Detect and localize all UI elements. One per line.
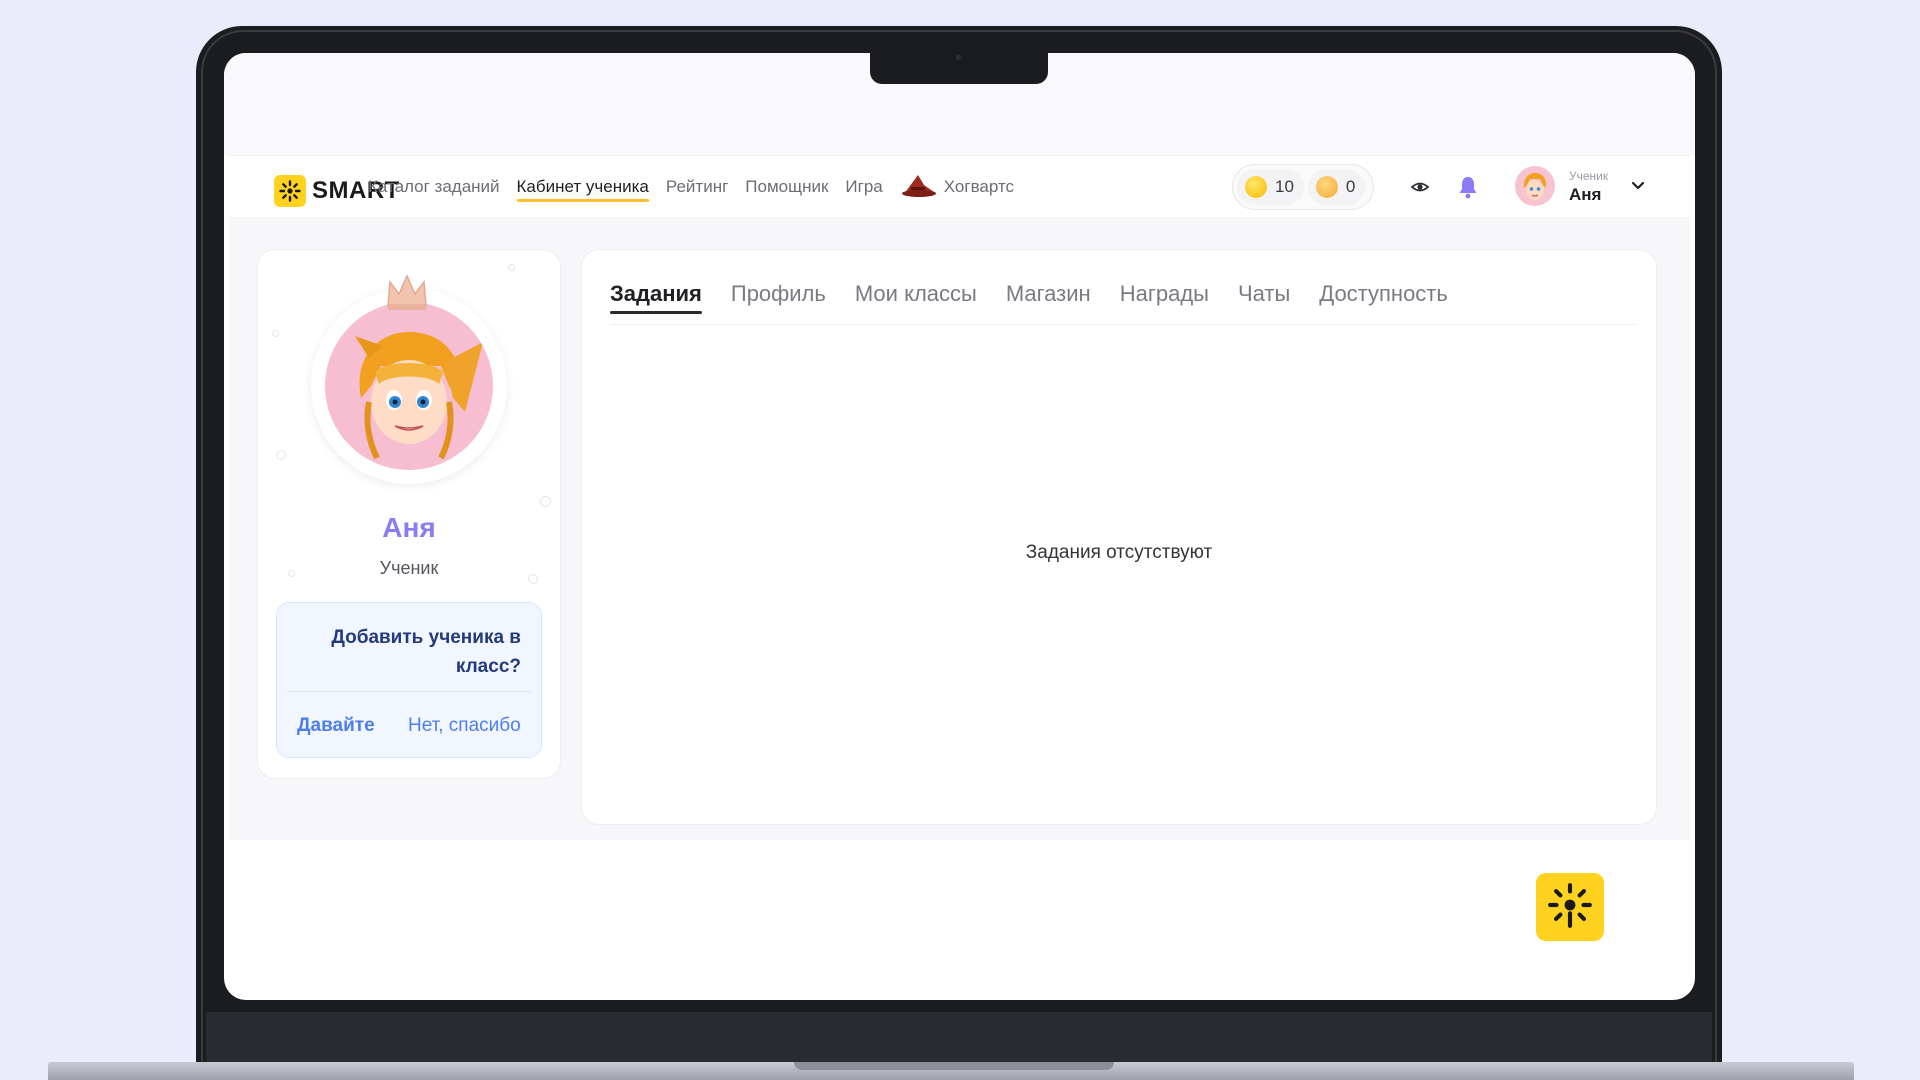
nav-catalog[interactable]: Каталог заданий (368, 156, 500, 218)
profile-avatar[interactable] (325, 302, 493, 470)
confetti-dot (540, 496, 551, 507)
sun-icon (274, 175, 306, 207)
confetti-dot (272, 330, 279, 337)
user-role: Ученик (1569, 168, 1609, 183)
laptop-base (48, 1062, 1854, 1080)
profile-avatar-frame (311, 288, 507, 484)
main-nav: Каталог заданий Кабинет ученика Рейтинг … (368, 156, 1031, 218)
tab-shop[interactable]: Магазин (1006, 264, 1091, 324)
profile-card: Аня Ученик Добавить ученика в класс? Дав… (257, 249, 561, 779)
empty-tasks-message: Задания отсутствуют (1025, 542, 1213, 563)
tab-chats[interactable]: Чаты (1238, 264, 1290, 324)
currency-balance: 10 0 (1232, 164, 1374, 210)
tab-tasks[interactable]: Задания (610, 264, 702, 324)
coin-icon (1245, 176, 1267, 198)
confetti-dot (276, 450, 286, 460)
tab-profile[interactable]: Профиль (731, 264, 826, 324)
screen-notch (870, 53, 1048, 84)
tab-my-classes[interactable]: Мои классы (855, 264, 977, 324)
wizard-hat-icon (900, 172, 938, 203)
nav-student-cabinet[interactable]: Кабинет ученика (516, 156, 650, 218)
laptop-hinge (206, 1012, 1712, 1062)
decline-invite-button[interactable]: Нет, спасибо (408, 715, 521, 737)
laptop-screen: SMART Каталог заданий Кабинет ученика Ре… (224, 53, 1695, 1000)
confetti-dot (508, 264, 515, 271)
bell-icon[interactable] (1455, 174, 1481, 200)
smiley-coin-icon (1315, 176, 1338, 198)
app-header: SMART Каталог заданий Кабинет ученика Ре… (229, 155, 1690, 219)
avatar (1515, 166, 1555, 206)
user-info: Ученик Аня (1569, 170, 1608, 203)
nav-game[interactable]: Игра (845, 156, 882, 218)
profile-name: Аня (382, 512, 436, 543)
nav-assistant[interactable]: Помощник (745, 156, 828, 218)
coin-counter[interactable]: 10 (1237, 169, 1304, 205)
camera-icon (956, 55, 961, 60)
invite-question: Добавить ученика в класс? (331, 627, 521, 677)
nav-hogwarts[interactable]: Хогвартс (900, 156, 1014, 218)
laptop-groove (794, 1062, 1114, 1070)
cabinet-tabs: Задания Профиль Мои классы Магазин Награ… (610, 264, 1636, 325)
invite-to-class-card: Добавить ученика в класс? Давайте Нет, с… (276, 602, 542, 758)
crown-icon (384, 272, 430, 317)
eye-icon[interactable] (1407, 174, 1433, 200)
token-count: 0 (1345, 177, 1356, 196)
tab-awards[interactable]: Награды (1120, 264, 1209, 324)
nav-hogwarts-label: Хогвартс (943, 177, 1015, 196)
accept-invite-button[interactable]: Давайте (297, 715, 375, 737)
main-panel: Задания Профиль Мои классы Магазин Награ… (581, 249, 1657, 825)
nav-rating[interactable]: Рейтинг (666, 156, 728, 218)
chevron-down-icon[interactable] (1629, 176, 1647, 199)
assistant-button[interactable] (1536, 873, 1604, 941)
token-counter[interactable]: 0 (1307, 169, 1366, 205)
tab-accessibility[interactable]: Доступность (1319, 264, 1448, 324)
user-name: Аня (1569, 184, 1602, 204)
coin-count: 10 (1275, 177, 1294, 196)
user-menu[interactable]: Ученик Аня (1515, 166, 1608, 206)
profile-role: Ученик (379, 558, 439, 578)
divider (287, 691, 531, 692)
sun-icon (1545, 880, 1595, 935)
